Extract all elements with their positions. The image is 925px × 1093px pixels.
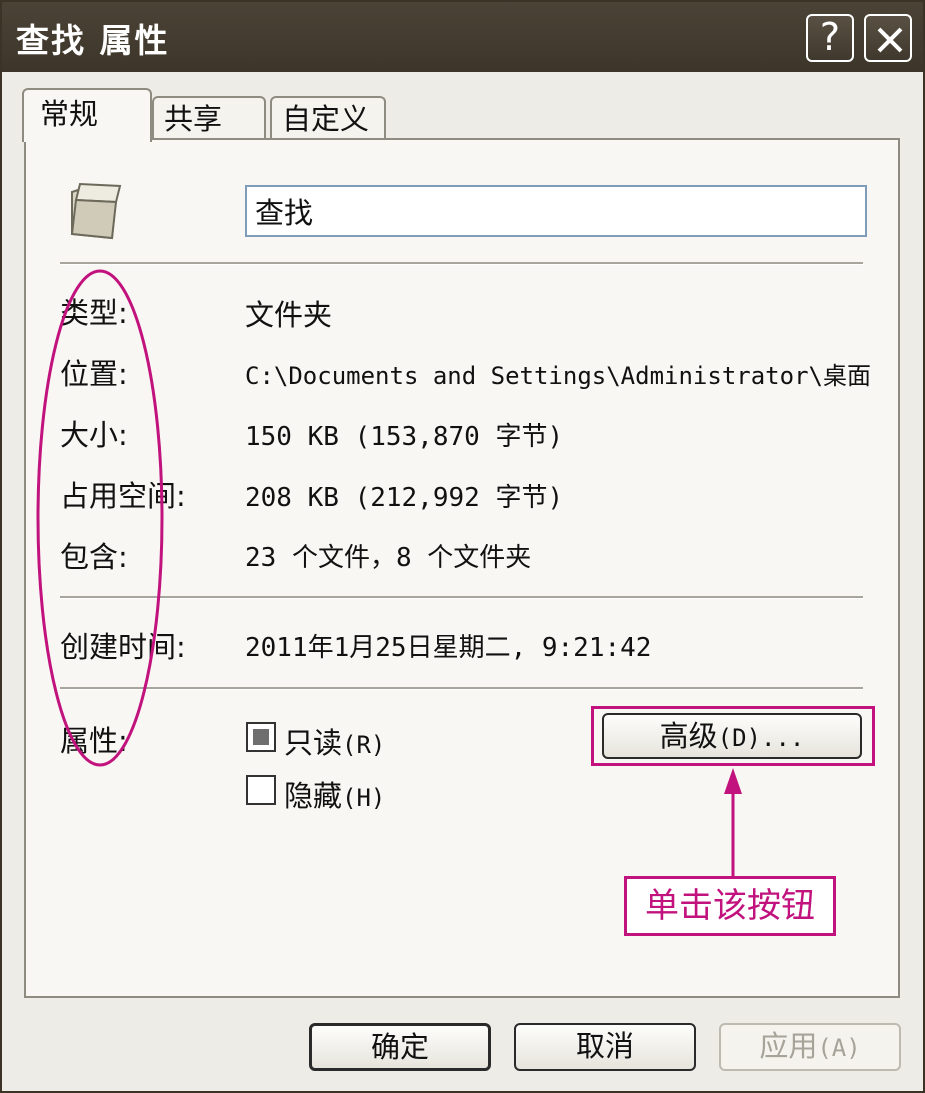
tab-general-label: 常规 xyxy=(40,97,99,131)
annotation-arrow-head xyxy=(724,768,742,794)
annotation-ellipse xyxy=(36,269,164,767)
annotation-overlay xyxy=(36,269,742,876)
tab-general[interactable]: 常规 xyxy=(22,88,152,142)
properties-dialog: 查找 属性 ? 常规 共享 自定义 类型: 文件夹 位置: C:\Documen… xyxy=(0,0,925,1093)
